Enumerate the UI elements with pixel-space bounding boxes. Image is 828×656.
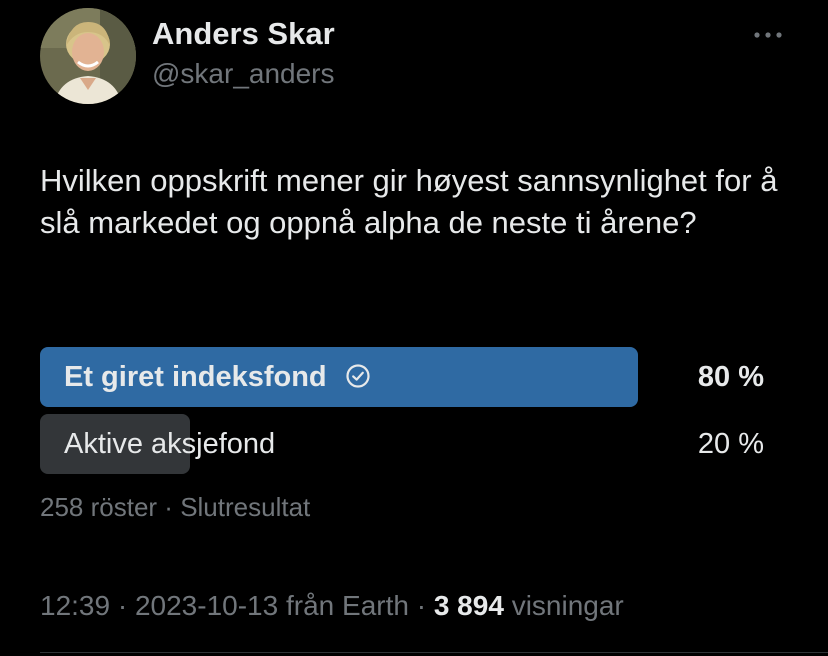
views-count[interactable]: 3 894: [434, 590, 504, 621]
tweet-source: från Earth: [285, 590, 409, 621]
author-display-name[interactable]: Anders Skar: [152, 16, 335, 52]
divider: [40, 652, 828, 653]
poll-option-leveraged-index-fund: Et giret indeksfond 80 %: [40, 347, 780, 407]
avatar[interactable]: [40, 8, 136, 104]
check-circle-icon: [346, 364, 370, 388]
tweet-metadata: 12:39 · 2023-10-13 från Earth · 3 894 vi…: [40, 590, 624, 622]
ellipsis-icon: [754, 32, 782, 38]
poll-option-active-equity-funds: Aktive aksjefond 20 %: [40, 414, 780, 474]
profile-photo-icon: [40, 8, 136, 104]
poll-status: Slutresultat: [180, 492, 311, 522]
tweet-text: Hvilken oppskrift mener gir høyest sanns…: [40, 163, 778, 240]
tweet-time[interactable]: 12:39: [40, 590, 110, 621]
poll-option-label: Et giret indeksfond: [64, 361, 327, 393]
poll-option-percent: 80 %: [697, 361, 764, 393]
poll-option-percent: 20 %: [697, 428, 764, 460]
separator-dot: ·: [110, 590, 135, 621]
separator-dot: ·: [408, 590, 434, 621]
poll-option-label: Aktive aksjefond: [64, 428, 276, 460]
views-label[interactable]: visningar: [512, 590, 624, 621]
tweet-date[interactable]: 2023-10-13: [135, 590, 278, 621]
poll-vote-count: 258 röster: [40, 492, 158, 522]
separator-dot: ·: [157, 492, 181, 522]
author-handle[interactable]: @skar_anders: [152, 58, 335, 90]
poll-summary: 258 röster · Slutresultat: [40, 492, 310, 523]
more-options-button[interactable]: [748, 20, 788, 50]
